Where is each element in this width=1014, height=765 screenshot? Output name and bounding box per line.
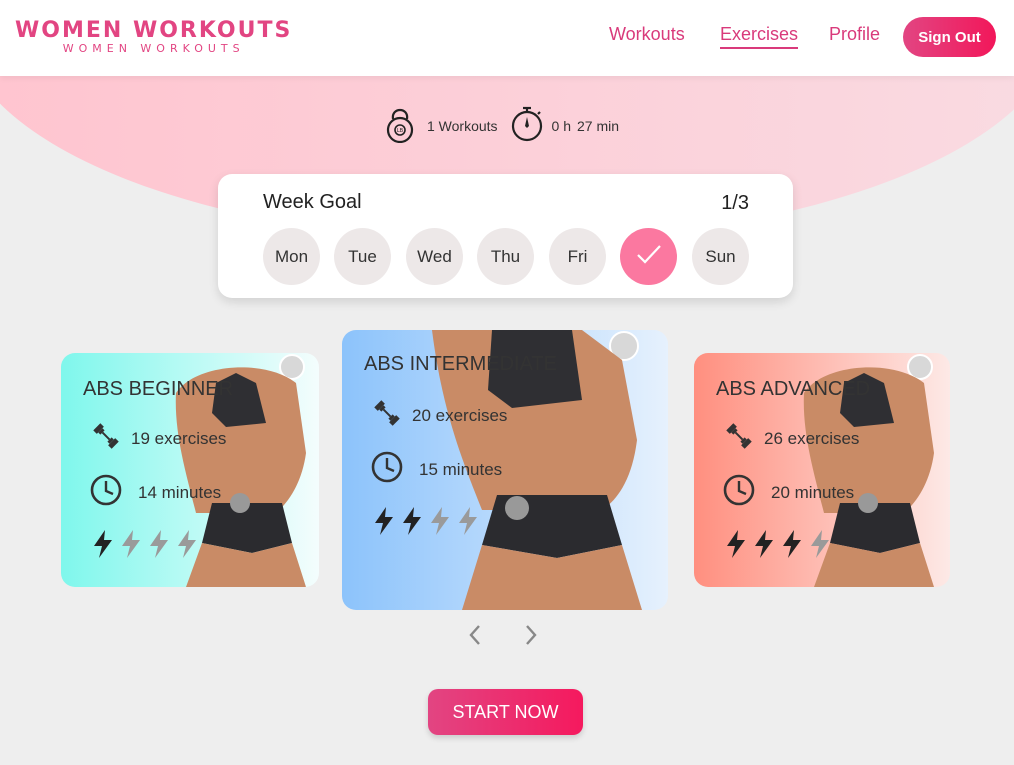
- day-label: Tue: [348, 246, 377, 266]
- workout-title: ABS INTERMEDIATE: [364, 353, 557, 375]
- carousel-next-button[interactable]: [518, 624, 544, 650]
- checkmark-icon: [636, 243, 662, 270]
- workout-card-advanced[interactable]: ABS ADVANCED 26 exercises 20 minutes: [694, 353, 950, 587]
- week-goal-title: Week Goal: [263, 191, 362, 213]
- kettlebell-icon: LB: [385, 105, 415, 148]
- logo-title: WOMEN WORKOUTS: [15, 18, 293, 43]
- workout-title: ABS BEGINNER: [83, 378, 234, 400]
- day-label: Wed: [417, 246, 452, 266]
- workout-title: ABS ADVANCED: [716, 378, 871, 400]
- day-tue[interactable]: Tue: [334, 228, 391, 285]
- clock-icon: [722, 473, 756, 512]
- workouts-count: 1 Workouts: [427, 118, 498, 134]
- day-label: Mon: [274, 246, 309, 266]
- dumbbell-icon: [372, 398, 402, 433]
- duration-row: 20 minutes: [722, 473, 854, 512]
- exercises-row: 26 exercises: [724, 421, 859, 456]
- chevron-left-icon: [468, 624, 482, 651]
- exercises-count: 26 exercises: [764, 428, 860, 448]
- week-goal-count: 1/3: [721, 192, 749, 214]
- lightning-bolt-icon: [780, 529, 804, 564]
- hours-value: 0 h: [551, 118, 572, 134]
- svg-text:LB: LB: [397, 128, 404, 134]
- day-label: Thu: [490, 246, 521, 266]
- lightning-bolt-icon: [372, 506, 396, 541]
- duration-value: 20 minutes: [771, 482, 855, 502]
- lightning-bolt-icon: [808, 529, 832, 564]
- lightning-bolt-icon: [91, 529, 115, 564]
- clock-icon: [89, 473, 123, 512]
- day-sat[interactable]: [620, 228, 677, 285]
- stopwatch-icon: [510, 106, 544, 147]
- dumbbell-icon: [91, 421, 121, 456]
- lightning-bolt-icon: [456, 506, 480, 541]
- carousel-prev-button[interactable]: [462, 624, 488, 650]
- top-bar: WOMEN WORKOUTS WOMEN WORKOUTS Workouts E…: [0, 0, 1014, 76]
- difficulty-row: [372, 506, 484, 541]
- lightning-bolt-icon: [428, 506, 452, 541]
- exercises-count: 20 exercises: [412, 405, 508, 425]
- sign-out-button[interactable]: Sign Out: [903, 17, 996, 57]
- minutes-value: 27 min: [577, 118, 620, 134]
- lightning-bolt-icon: [752, 529, 776, 564]
- difficulty-row: [91, 529, 203, 564]
- chevron-right-icon: [524, 624, 538, 651]
- exercises-row: 19 exercises: [91, 421, 226, 456]
- exercises-row: 20 exercises: [372, 398, 507, 433]
- lightning-bolt-icon: [724, 529, 748, 564]
- day-mon[interactable]: Mon: [263, 228, 320, 285]
- day-sun[interactable]: Sun: [692, 228, 749, 285]
- lightning-bolt-icon: [119, 529, 143, 564]
- duration-value: 15 minutes: [419, 459, 503, 479]
- lightning-bolt-icon: [147, 529, 171, 564]
- lightning-bolt-icon: [175, 529, 199, 564]
- logo-subtitle: WOMEN WORKOUTS: [62, 42, 245, 55]
- logo[interactable]: WOMEN WORKOUTS WOMEN WORKOUTS: [15, 18, 292, 55]
- day-fri[interactable]: Fri: [549, 228, 606, 285]
- week-goal-card: Week Goal 1/3 Mon Tue Wed Thu Fri Sun: [218, 174, 793, 298]
- day-label: Sun: [705, 246, 736, 266]
- duration-row: 14 minutes: [89, 473, 221, 512]
- nav-exercises[interactable]: Exercises: [720, 24, 799, 49]
- nav-workouts[interactable]: Workouts: [609, 24, 685, 45]
- stats-row: LB 1 Workouts 0 h 27 min: [385, 106, 619, 146]
- workout-card-intermediate[interactable]: ABS INTERMEDIATE 20 exercises 15 minutes: [342, 330, 668, 610]
- workout-card-beginner[interactable]: ABS BEGINNER 19 exercises 14 minutes: [61, 353, 319, 587]
- exercises-count: 19 exercises: [131, 428, 227, 448]
- difficulty-row: [724, 529, 836, 564]
- dumbbell-icon: [724, 421, 754, 456]
- start-now-button[interactable]: START NOW: [428, 689, 583, 735]
- duration-value: 14 minutes: [138, 482, 222, 502]
- day-label: Fri: [567, 246, 588, 266]
- clock-icon: [370, 450, 404, 489]
- nav-profile[interactable]: Profile: [829, 24, 880, 45]
- duration-row: 15 minutes: [370, 450, 502, 489]
- lightning-bolt-icon: [400, 506, 424, 541]
- day-wed[interactable]: Wed: [406, 228, 463, 285]
- day-thu[interactable]: Thu: [477, 228, 534, 285]
